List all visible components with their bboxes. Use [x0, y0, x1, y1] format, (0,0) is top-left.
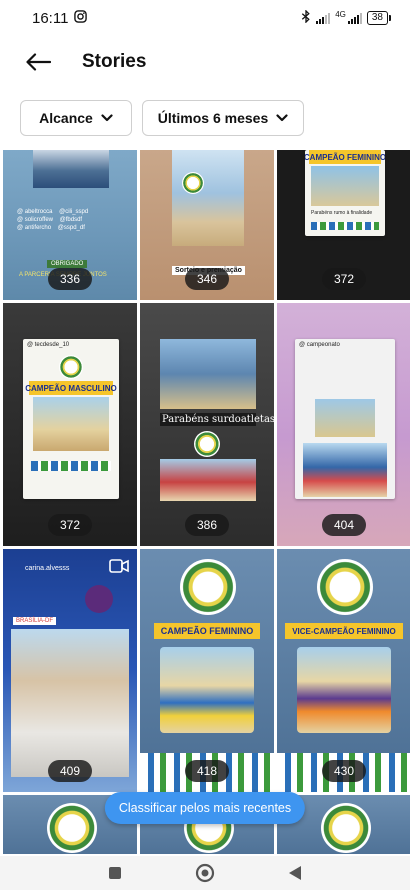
story-banner: VICE-CAMPEÃO FEMININO	[285, 623, 403, 639]
story-tile[interactable]: carina.alvesss BRASÍLIA-DF 409	[3, 549, 137, 792]
story-caption: Parabéns rumo à finalidade	[311, 210, 373, 216]
event-logo	[59, 355, 83, 379]
square-icon	[109, 867, 121, 879]
bluetooth-icon	[301, 9, 311, 26]
event-logo	[182, 172, 204, 194]
metric-dropdown-label: Alcance	[39, 110, 93, 126]
back-nav-button[interactable]	[280, 858, 310, 888]
event-logo	[194, 431, 220, 457]
story-tile[interactable]: @ tecdesde_10 CAMPEÃO MASCULINO 372	[3, 303, 137, 546]
story-card: @ campeonato	[295, 339, 395, 499]
story-photo	[315, 399, 375, 437]
story-tile[interactable]: Sorteio e premiação 346	[140, 150, 274, 300]
story-photo	[33, 150, 109, 188]
story-banner: CAMPEÃO MASCULINO	[25, 381, 117, 395]
sponsor-logos	[311, 222, 379, 230]
story-photo	[33, 397, 109, 451]
filter-bar: Alcance Últimos 6 meses	[20, 100, 304, 136]
recent-apps-button[interactable]	[100, 858, 130, 888]
period-dropdown[interactable]: Últimos 6 meses	[142, 100, 304, 136]
reach-count: 386	[185, 514, 229, 536]
reach-count: 404	[322, 514, 366, 536]
story-handles: @ abeltrocca @cili_sspd @ solicroffew @fb…	[17, 209, 89, 231]
story-card: @ tecdesde_10 CAMPEÃO MASCULINO	[23, 339, 119, 499]
reach-count: 430	[322, 760, 366, 782]
event-logo	[317, 559, 373, 615]
story-photo	[172, 150, 244, 246]
story-photo	[297, 647, 391, 733]
story-tile[interactable]: @ campeonato 404	[277, 303, 410, 546]
event-logo	[47, 803, 97, 853]
network-type: 4G	[335, 10, 346, 19]
story-tile[interactable]: @ abeltrocca @cili_sspd @ solicroffew @fb…	[3, 150, 137, 300]
story-banner: CAMPEÃO FEMININO	[305, 150, 385, 164]
chevron-down-icon	[276, 114, 288, 122]
reach-count: 346	[185, 268, 229, 290]
reach-count: 372	[48, 514, 92, 536]
story-tag: OBRIGADO	[47, 260, 88, 268]
story-header: @ campeonato	[299, 342, 340, 348]
sort-by-recent-button[interactable]: Classificar pelos mais recentes	[104, 792, 306, 824]
stories-grid: @ abeltrocca @cili_sspd @ solicroffew @fb…	[0, 150, 410, 854]
signal-icon	[316, 12, 331, 24]
signal-icon-2	[347, 12, 362, 24]
story-banner: CAMPEÃO FEMININO	[154, 623, 260, 639]
reach-count: 418	[185, 760, 229, 782]
reach-count: 372	[322, 268, 366, 290]
event-logo	[180, 559, 236, 615]
reach-count: 409	[48, 760, 92, 782]
story-username: carina.alvesss	[25, 565, 70, 572]
video-camera-icon	[109, 559, 129, 578]
story-header: @ tecdesde_10	[27, 342, 70, 348]
system-nav-bar	[0, 856, 410, 890]
triangle-back-icon	[289, 866, 301, 880]
back-button[interactable]	[18, 42, 58, 82]
story-tile[interactable]: Parabéns surdoatletas 386	[140, 303, 274, 546]
circle-icon	[195, 863, 215, 883]
story-photo	[160, 339, 256, 409]
chevron-down-icon	[101, 114, 113, 122]
reach-count: 336	[48, 268, 92, 290]
status-bar: 16:11 4G 38	[0, 0, 410, 36]
period-dropdown-label: Últimos 6 meses	[157, 110, 269, 126]
event-logo	[321, 803, 371, 853]
story-tile[interactable]: VICE-CAMPEÃO FEMININO 430	[277, 549, 410, 792]
instagram-notification-icon	[74, 9, 88, 27]
story-tile[interactable]: CAMPEÃO FEMININO 418	[140, 549, 274, 792]
story-photo-2	[303, 443, 387, 497]
story-card: CAMPEÃO FEMININO Parabéns rumo à finalid…	[305, 150, 385, 236]
metric-dropdown[interactable]: Alcance	[20, 100, 132, 136]
story-photo	[311, 166, 379, 206]
status-time: 16:11	[32, 9, 69, 27]
story-tile[interactable]: CAMPEÃO FEMININO Parabéns rumo à finalid…	[277, 150, 410, 300]
location-sticker: BRASÍLIA-DF	[13, 617, 57, 625]
story-caption: Parabéns surdoatletas	[160, 413, 274, 426]
battery-icon: 38	[366, 11, 392, 25]
sponsor-logos	[31, 461, 111, 471]
app-header: Stories	[0, 40, 410, 84]
home-button[interactable]	[190, 858, 220, 888]
story-photo	[160, 647, 254, 733]
page-title: Stories	[82, 51, 147, 72]
arrow-left-icon	[26, 53, 51, 71]
story-photo	[11, 629, 129, 777]
hand-sign-sticker	[85, 585, 113, 613]
story-photo-2	[160, 459, 256, 501]
